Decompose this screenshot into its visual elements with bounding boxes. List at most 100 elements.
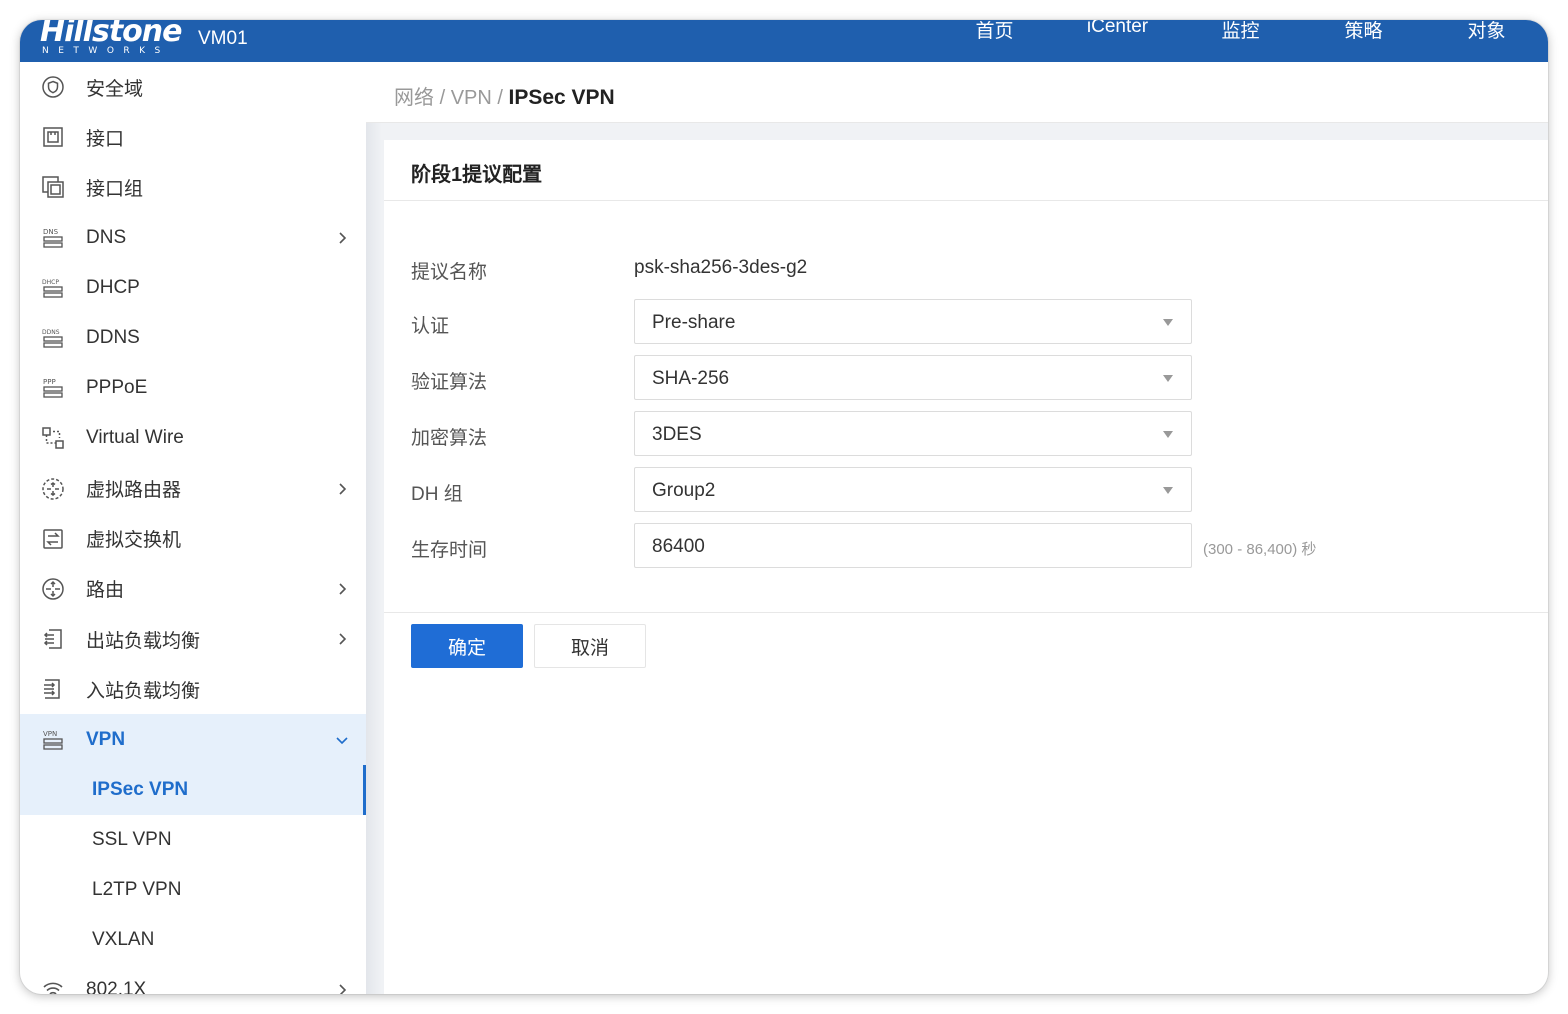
interface-icon — [40, 124, 66, 150]
sidebar-item-vpn[interactable]: VPN VPN — [20, 714, 366, 765]
breadcrumb-current: IPSec VPN — [508, 86, 615, 109]
nav-home[interactable]: 首页 — [933, 20, 1056, 56]
lifetime-value: 86400 — [652, 536, 705, 557]
hash-algorithm-label: 验证算法 — [411, 372, 488, 393]
sidebar-item-outbound-lb[interactable]: 出站负载均衡 — [20, 614, 366, 664]
sidebar-item-interface-group[interactable]: 接口组 — [20, 162, 366, 212]
sidebar-item-label: 虚拟交换机 — [86, 530, 182, 552]
interface-group-icon — [40, 174, 66, 200]
caret-down-icon — [1163, 487, 1173, 494]
sidebar-subitem-label: L2TP VPN — [92, 879, 182, 901]
main-nav: 首页 iCenter 监控 策略 对象 — [933, 20, 1548, 56]
dh-group-select[interactable]: Group2 — [634, 467, 1192, 512]
encryption-algorithm-label: 加密算法 — [411, 428, 488, 449]
sidebar-divider — [366, 62, 382, 994]
chevron-right-icon — [339, 633, 347, 645]
sidebar-item-label: 虚拟路由器 — [86, 480, 182, 502]
sidebar: 安全域 接口 接口组 DNS DNS DHCP DHCP DDNS DDNS P… — [20, 62, 366, 994]
sidebar-subitem-vxlan[interactable]: VXLAN — [20, 915, 366, 965]
sidebar-item-virtual-router[interactable]: 虚拟路由器 — [20, 464, 366, 514]
sidebar-subitem-label: SSL VPN — [92, 828, 172, 850]
app-window: Hillstone NETWORKS VM01 首页 iCenter 监控 策略… — [20, 20, 1548, 994]
lifetime-input[interactable]: 86400 — [634, 523, 1192, 568]
sidebar-item-dhcp[interactable]: DHCP DHCP — [20, 263, 366, 313]
inbound-lb-icon — [40, 676, 66, 702]
sidebar-item-label: VPN — [86, 728, 126, 750]
logo-subtext: NETWORKS — [42, 46, 170, 56]
lifetime-label: 生存时间 — [411, 540, 488, 561]
sidebar-item-label: 802.1X — [86, 979, 147, 994]
sidebar-subitem-label: IPSec VPN — [92, 778, 189, 800]
dns-icon: DNS — [40, 225, 66, 251]
svg-text:DDNS: DDNS — [42, 329, 60, 336]
auth-label: 认证 — [411, 316, 450, 337]
breadcrumb: 网络 / VPN / IPSec VPN — [394, 81, 615, 110]
sidebar-item-pppoe[interactable]: PPP PPPoE — [20, 363, 366, 413]
outbound-lb-icon — [40, 626, 66, 652]
breadcrumb-vpn[interactable]: VPN — [451, 87, 492, 109]
sidebar-item-8021x[interactable]: 802.1X — [20, 965, 366, 994]
phase1-proposal-panel: 阶段1提议配置 提议名称 psk-sha256-3des-g2 认证 Pre-s… — [384, 140, 1548, 994]
dhcp-icon: DHCP — [40, 275, 66, 301]
form-row-lifetime: 生存时间 86400 (300 - 86,400) 秒 — [384, 523, 1548, 569]
sidebar-item-ddns[interactable]: DDNS DDNS — [20, 313, 366, 363]
sidebar-item-label: 出站负载均衡 — [86, 630, 201, 652]
breadcrumb-separator: / — [497, 87, 503, 109]
dh-group-label: DH 组 — [411, 484, 463, 505]
sidebar-subitem-ssl-vpn[interactable]: SSL VPN — [20, 815, 366, 865]
sidebar-item-inbound-lb[interactable]: 入站负载均衡 — [20, 664, 366, 714]
nav-object[interactable]: 对象 — [1425, 20, 1548, 56]
routing-icon — [40, 576, 66, 602]
proposal-name-label: 提议名称 — [411, 262, 488, 283]
ok-button[interactable]: 确定 — [411, 624, 523, 668]
auth-select[interactable]: Pre-share — [634, 299, 1192, 344]
form-row-name: 提议名称 psk-sha256-3des-g2 — [384, 245, 1548, 291]
sidebar-subitem-l2tp-vpn[interactable]: L2TP VPN — [20, 865, 366, 915]
breadcrumb-network[interactable]: 网络 — [394, 87, 434, 109]
vpn-icon: VPN — [40, 727, 66, 753]
panel-header: 阶段1提议配置 — [384, 140, 1548, 201]
svg-text:DNS: DNS — [43, 228, 59, 236]
sidebar-item-virtual-switch[interactable]: 虚拟交换机 — [20, 514, 366, 564]
sidebar-item-label: Virtual Wire — [86, 427, 184, 449]
virtual-wire-icon — [40, 425, 66, 451]
sidebar-item-dns[interactable]: DNS DNS — [20, 213, 366, 263]
form-row-hash: 验证算法 SHA-256 — [384, 355, 1548, 401]
sidebar-subitem-ipsec-vpn[interactable]: IPSec VPN — [20, 764, 366, 816]
sidebar-item-security-zone[interactable]: 安全域 — [20, 62, 366, 112]
encryption-algorithm-select[interactable]: 3DES — [634, 411, 1192, 456]
logo-text: Hillstone — [40, 20, 182, 49]
cancel-button[interactable]: 取消 — [534, 624, 646, 668]
svg-text:PPP: PPP — [43, 378, 56, 386]
form-row-auth: 认证 Pre-share — [384, 299, 1548, 345]
proposal-name-value: psk-sha256-3des-g2 — [634, 257, 808, 278]
chevron-right-icon — [339, 583, 347, 595]
caret-down-icon — [1163, 431, 1173, 438]
panel-divider — [384, 612, 1548, 613]
virtual-router-icon — [40, 476, 66, 502]
device-name: VM01 — [198, 28, 248, 49]
sidebar-subitem-label: VXLAN — [92, 929, 155, 951]
sidebar-item-virtual-wire[interactable]: Virtual Wire — [20, 413, 366, 463]
hillstone-logo[interactable]: Hillstone NETWORKS — [40, 20, 182, 56]
ddns-icon: DDNS — [40, 325, 66, 351]
sidebar-item-interface[interactable]: 接口 — [20, 112, 366, 162]
sidebar-item-label: 安全域 — [86, 78, 144, 100]
nav-policy[interactable]: 策略 — [1302, 20, 1425, 56]
dh-group-selected-value: Group2 — [652, 480, 716, 501]
sidebar-item-label: DNS — [86, 226, 127, 248]
sidebar-item-label: DDNS — [86, 327, 140, 349]
encryption-selected-value: 3DES — [652, 424, 702, 445]
breadcrumb-bar: 网络 / VPN / IPSec VPN — [366, 62, 1548, 123]
auth-selected-value: Pre-share — [652, 312, 736, 333]
nav-monitor[interactable]: 监控 — [1179, 20, 1302, 56]
caret-down-icon — [1163, 319, 1173, 326]
shield-icon — [40, 74, 66, 100]
hash-algorithm-select[interactable]: SHA-256 — [634, 355, 1192, 400]
caret-down-icon — [1163, 375, 1173, 382]
hash-selected-value: SHA-256 — [652, 368, 730, 389]
svg-text:DHCP: DHCP — [42, 279, 59, 286]
sidebar-item-routing[interactable]: 路由 — [20, 564, 366, 614]
panel-title: 阶段1提议配置 — [411, 164, 543, 186]
nav-icenter[interactable]: iCenter — [1056, 20, 1179, 56]
